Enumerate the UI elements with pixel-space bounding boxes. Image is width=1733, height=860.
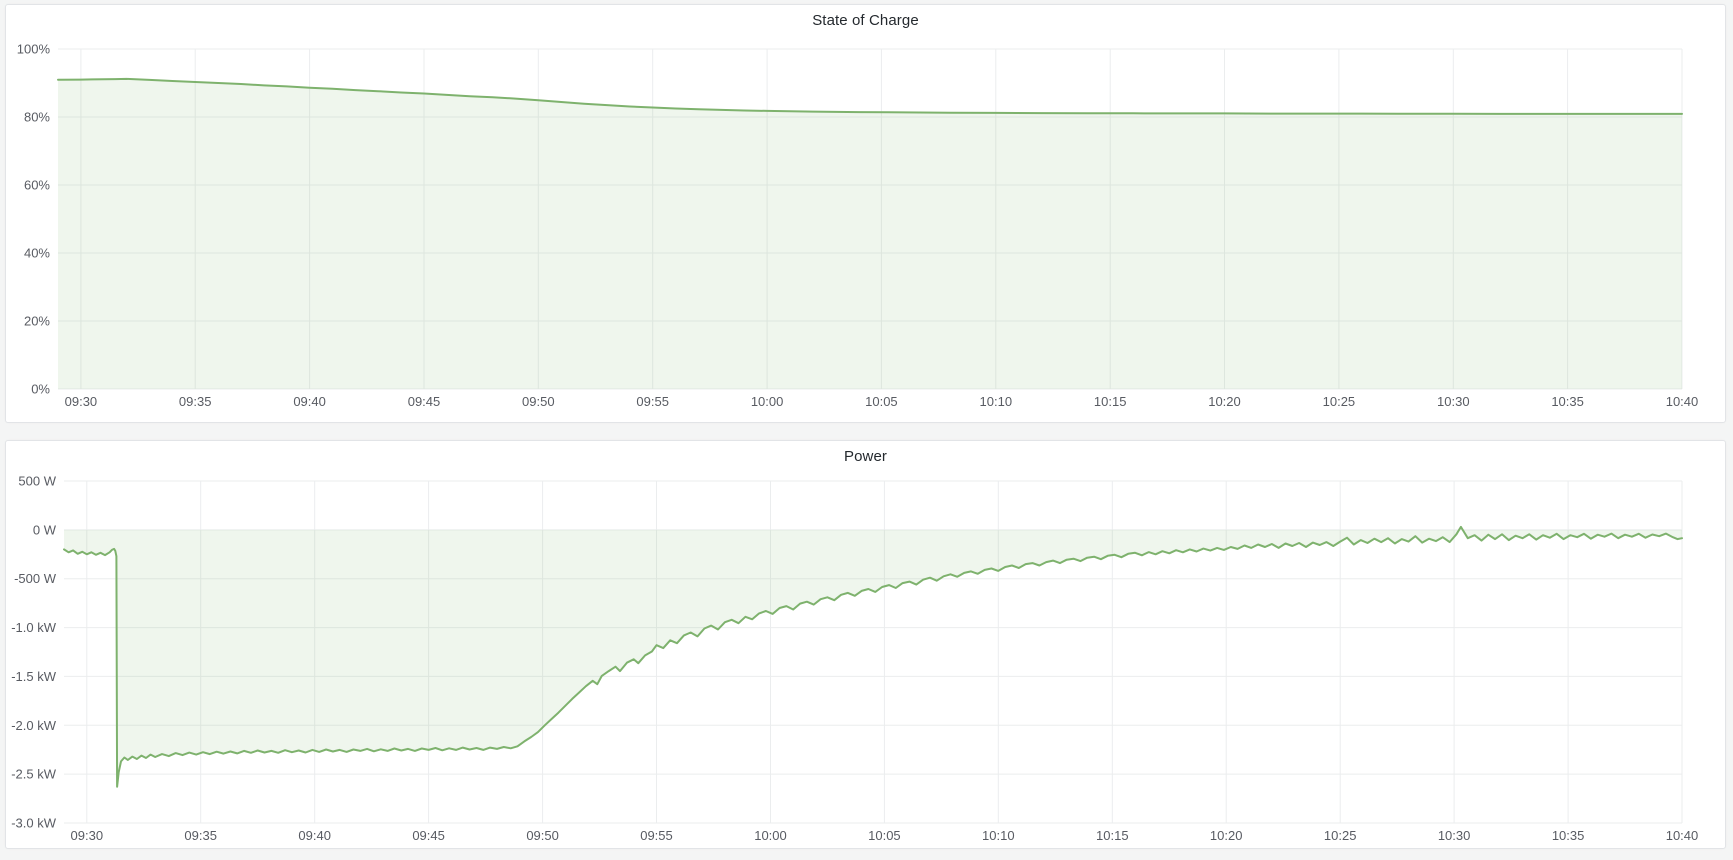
x-axis-tick-label: 09:40: [298, 828, 331, 843]
panel-state-of-charge: State of Charge 100% 80% 60% 40% 20% 0% 09:30 0…: [5, 4, 1726, 423]
x-axis-tick-label: 10:30: [1437, 394, 1470, 409]
panel-title-power[interactable]: Power: [6, 448, 1725, 465]
y-axis-tick-label: 0%: [31, 382, 50, 397]
x-axis-tick-label: 09:30: [65, 394, 98, 409]
x-axis-tick-label: 10:00: [751, 394, 784, 409]
x-axis-tick-label: 09:50: [526, 828, 559, 843]
x-axis-tick-label: 10:40: [1666, 394, 1699, 409]
x-axis-tick-label: 10:35: [1552, 828, 1585, 843]
y-axis-tick-label: -2.5 kW: [11, 767, 57, 782]
y-axis-tick-label: 40%: [24, 246, 50, 261]
series-area-fill: [58, 79, 1682, 389]
x-axis-tick-label: 10:20: [1208, 394, 1241, 409]
x-axis-tick-label: 10:35: [1551, 394, 1584, 409]
x-axis-tick-label: 10:15: [1094, 394, 1127, 409]
x-axis-tick-label: 10:05: [865, 394, 898, 409]
x-axis-tick-label: 09:50: [522, 394, 555, 409]
x-axis-tick-label: 10:25: [1324, 828, 1357, 843]
x-axis-tick-label: 10:15: [1096, 828, 1129, 843]
x-axis-tick-label: 09:35: [179, 394, 212, 409]
y-axis-tick-label: -1.0 kW: [11, 620, 57, 635]
x-axis-tick-label: 10:25: [1323, 394, 1356, 409]
x-axis-tick-label: 10:40: [1666, 828, 1699, 843]
y-axis-tick-label: 0 W: [33, 522, 57, 537]
y-axis-tick-label: -3.0 kW: [11, 816, 57, 831]
x-axis-tick-label: 10:05: [868, 828, 901, 843]
y-axis-tick-label: 20%: [24, 314, 50, 329]
x-axis-tick-label: 09:45: [412, 828, 445, 843]
x-axis-tick-label: 10:00: [754, 828, 787, 843]
x-axis-tick-label: 09:45: [408, 394, 441, 409]
state-of-charge-chart[interactable]: 100% 80% 60% 40% 20% 0% 09:30 09:35 09:40 09:45 09…: [6, 5, 1725, 422]
y-axis-tick-label: 100%: [17, 42, 51, 57]
x-axis-tick-label: 09:55: [640, 828, 673, 843]
panel-power: Power 500 W 0 W -500 W -1.0 kW -1.5 kW -2.0 k…: [5, 440, 1726, 849]
y-axis-tick-label: -500 W: [14, 571, 57, 586]
x-axis-tick-label: 09:35: [184, 828, 217, 843]
y-axis-tick-label: 80%: [24, 110, 50, 125]
x-axis-tick-label: 10:20: [1210, 828, 1243, 843]
x-axis-tick-label: 10:10: [980, 394, 1013, 409]
y-axis-tick-label: 500 W: [18, 474, 56, 489]
x-axis-tick-label: 10:10: [982, 828, 1015, 843]
panel-title-state-of-charge[interactable]: State of Charge: [6, 12, 1725, 29]
y-axis-tick-label: 60%: [24, 178, 50, 193]
y-axis-tick-label: -1.5 kW: [11, 669, 57, 684]
x-axis-tick-label: 09:55: [636, 394, 669, 409]
power-chart[interactable]: 500 W 0 W -500 W -1.0 kW -1.5 kW -2.0 kW -2.5 …: [6, 441, 1725, 848]
series-area-fill: [64, 527, 1682, 787]
x-axis-tick-label: 10:30: [1438, 828, 1471, 843]
x-axis-tick-label: 09:30: [71, 828, 104, 843]
y-axis-tick-label: -2.0 kW: [11, 718, 57, 733]
x-axis-tick-label: 09:40: [293, 394, 326, 409]
